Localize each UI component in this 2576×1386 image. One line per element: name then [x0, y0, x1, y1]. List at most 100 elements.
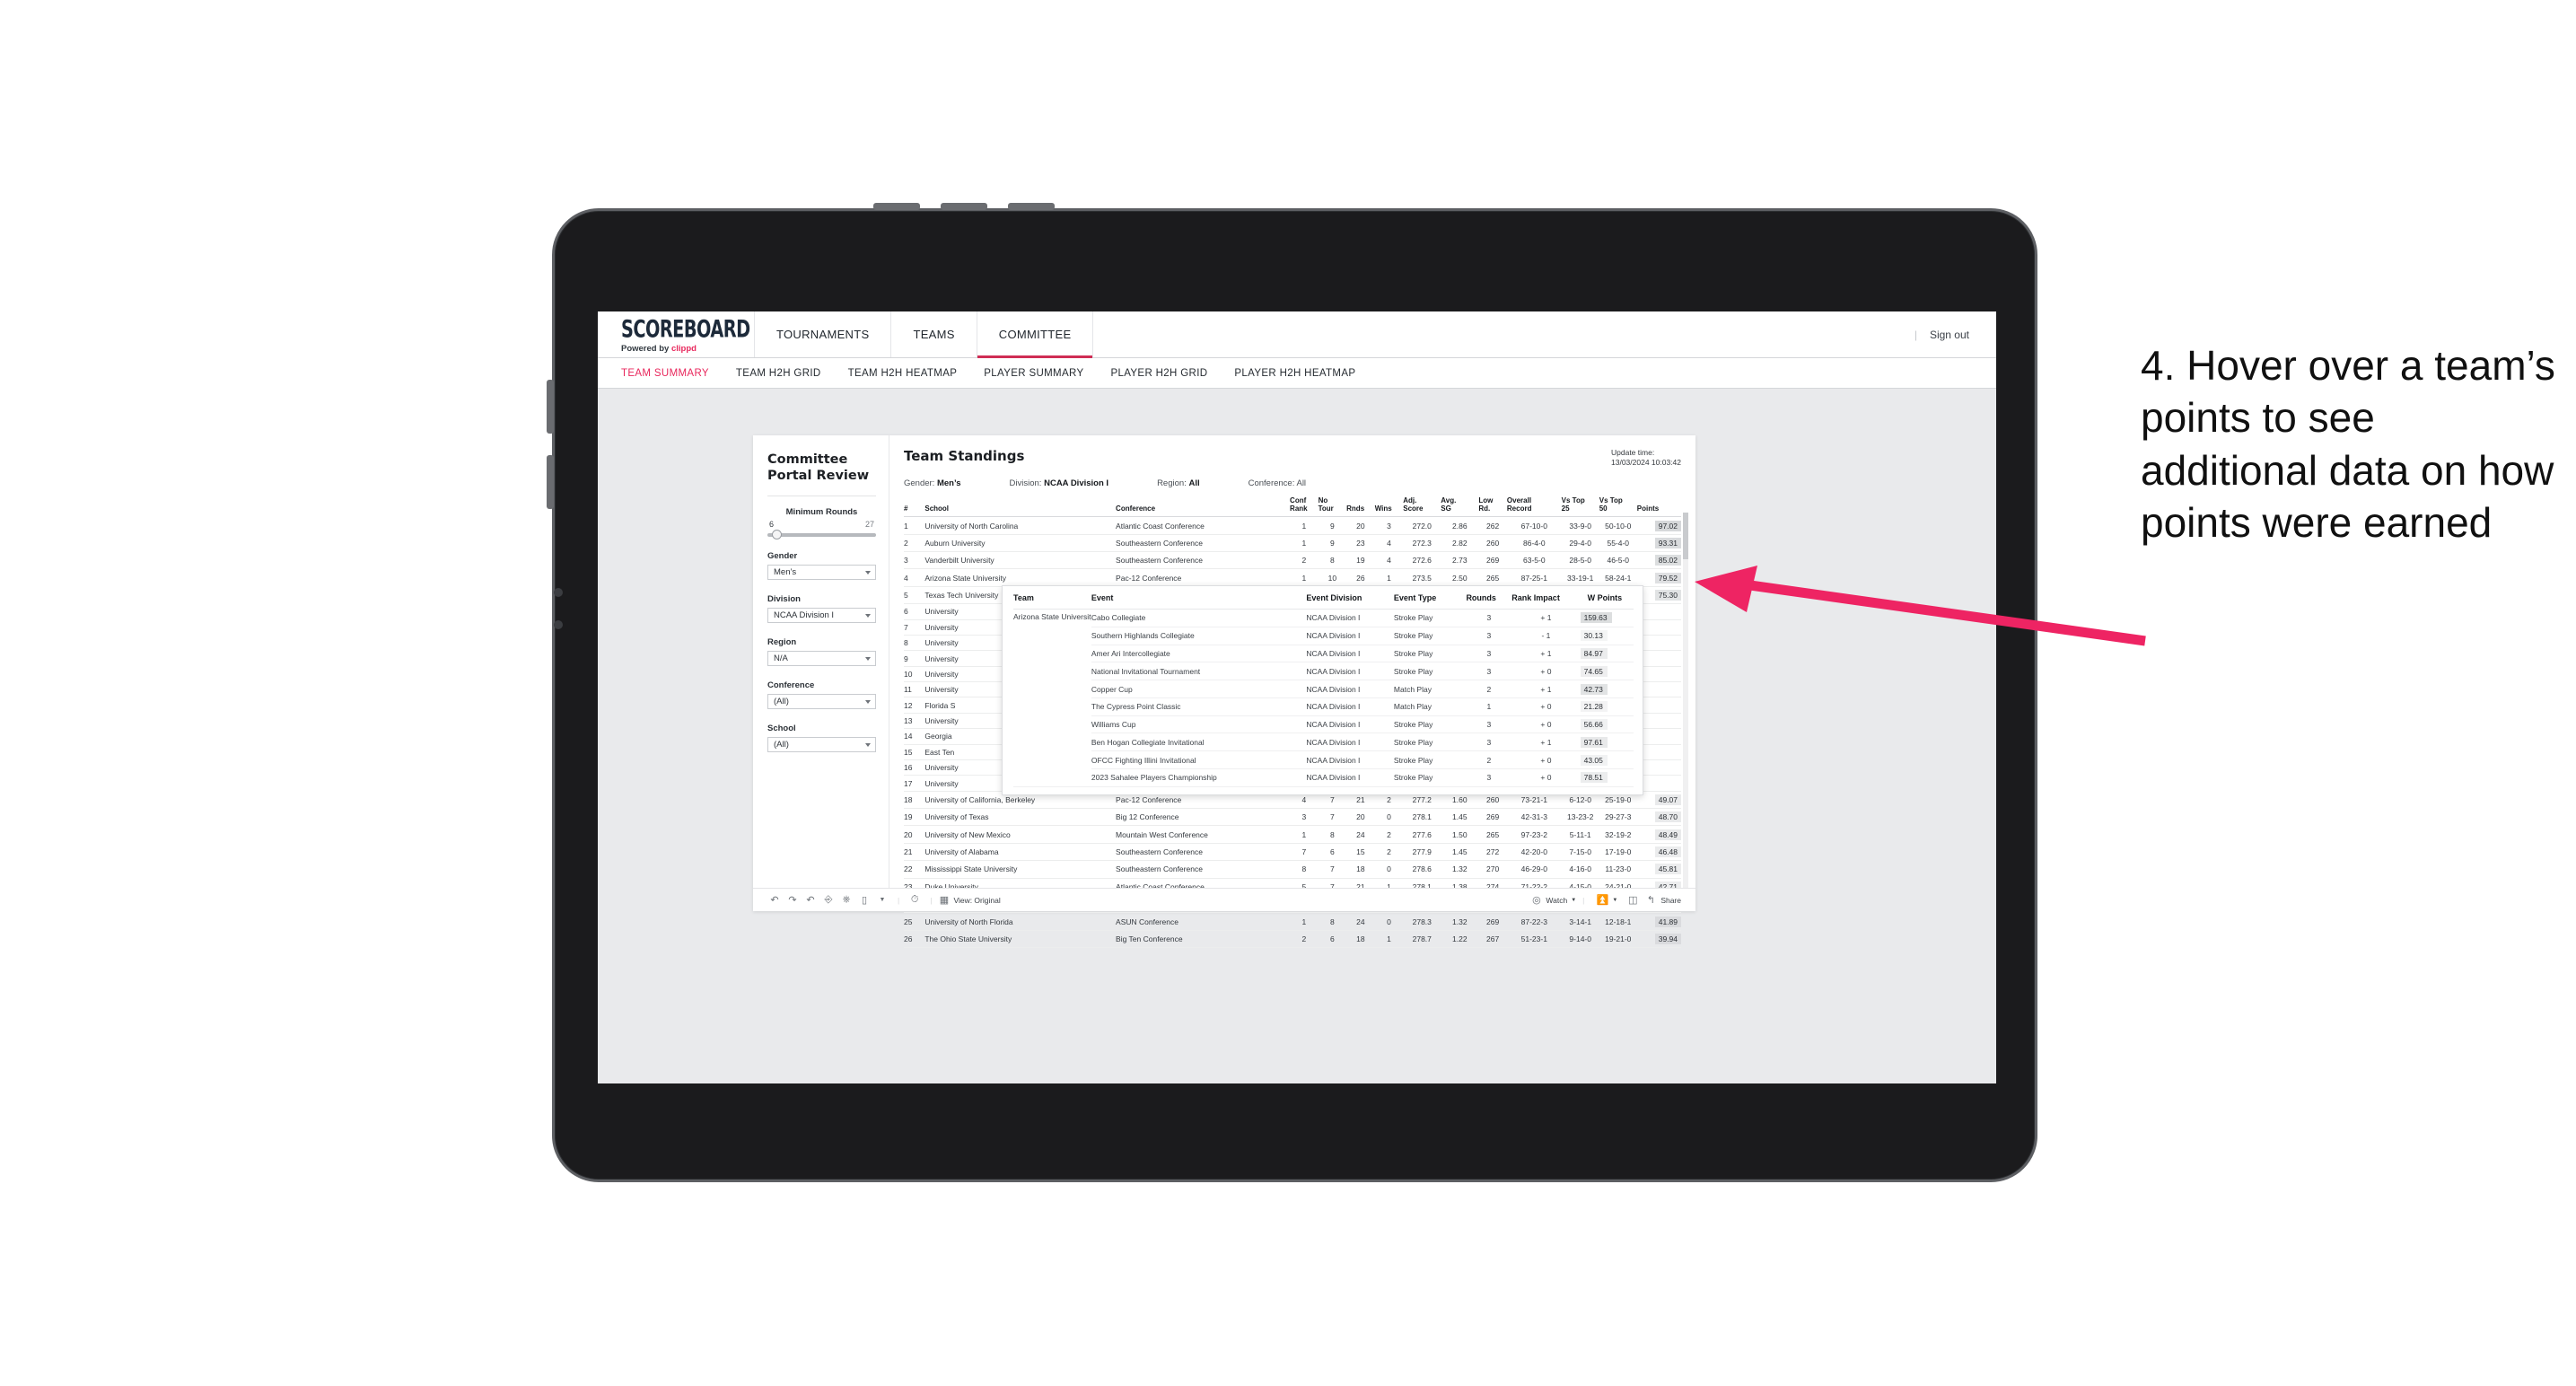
share-button[interactable]: ↰ Share — [1644, 894, 1681, 906]
row-points[interactable] — [1636, 666, 1681, 683]
table-row[interactable]: 1 University of North Carolina Atlantic Co… — [904, 516, 1681, 535]
tab-team-h2h-grid[interactable]: TEAM H2H GRID — [736, 368, 821, 379]
row-adj-score: 273.5 — [1403, 568, 1441, 587]
row-points[interactable] — [1636, 603, 1681, 620]
points-value[interactable]: 41.89 — [1654, 916, 1681, 927]
history-icon[interactable]: ⏱ — [906, 894, 924, 906]
tab-player-h2h-heatmap[interactable]: PLAYER H2H HEATMAP — [1234, 368, 1355, 379]
sign-out-link[interactable]: Sign out — [1930, 329, 1969, 341]
fullscreen-button[interactable]: ◫ — [1626, 894, 1639, 906]
redo-icon[interactable]: ↷ — [784, 894, 802, 906]
points-value[interactable]: 49.07 — [1654, 794, 1681, 805]
points-value[interactable]: 97.02 — [1654, 520, 1681, 531]
col-header-low-rd[interactable]: Low Rd. — [1478, 496, 1507, 518]
device-layout-icon[interactable]: ▯ — [855, 894, 873, 906]
col-header-wins[interactable]: Wins — [1374, 496, 1404, 518]
region-select[interactable]: N/A — [767, 651, 876, 667]
toolbar-divider-2: | — [930, 895, 933, 905]
points-value[interactable]: 45.81 — [1654, 864, 1681, 875]
col-header-rnds[interactable]: Rnds — [1346, 496, 1375, 518]
row-points[interactable]: 97.02 — [1636, 516, 1681, 535]
row-points[interactable] — [1636, 681, 1681, 698]
table-row[interactable]: 21 University of Alabama Southeastern Conf… — [904, 843, 1681, 862]
col-header-school[interactable]: School — [924, 496, 1117, 518]
row-points[interactable] — [1636, 650, 1681, 667]
nav-item-teams[interactable]: TEAMS — [891, 311, 977, 357]
row-points[interactable] — [1636, 759, 1681, 776]
watch-button[interactable]: ◎ Watch ▼ — [1530, 894, 1576, 906]
row-points[interactable] — [1636, 775, 1681, 792]
table-row[interactable]: 25 University of North Florida ASUN Confer… — [904, 912, 1681, 931]
row-points[interactable]: 85.02 — [1636, 551, 1681, 570]
row-points[interactable] — [1636, 697, 1681, 714]
col-header-vs-top-50[interactable]: Vs Top 50 — [1599, 496, 1637, 518]
table-row[interactable]: 3 Vanderbilt University Southeastern Confe… — [904, 551, 1681, 570]
row-points[interactable]: 49.07 — [1636, 791, 1681, 810]
tab-player-summary[interactable]: PLAYER SUMMARY — [984, 368, 1083, 379]
school-select[interactable]: (All) — [767, 737, 876, 753]
row-points[interactable] — [1636, 728, 1681, 745]
row-points[interactable] — [1636, 619, 1681, 636]
points-value[interactable]: 48.70 — [1654, 811, 1681, 823]
row-points[interactable]: 93.31 — [1636, 534, 1681, 553]
table-scrollbar-thumb[interactable] — [1683, 513, 1688, 559]
table-row[interactable]: 20 University of New Mexico Mountain West … — [904, 825, 1681, 844]
row-points[interactable]: 75.30 — [1636, 586, 1681, 605]
points-value[interactable]: 79.52 — [1654, 572, 1681, 583]
col-header-avg-sg[interactable]: Avg. SG — [1441, 496, 1479, 518]
points-value[interactable]: 46.48 — [1654, 847, 1681, 857]
col-header-no-tour[interactable]: No Tour — [1318, 496, 1347, 518]
pause-updates-icon[interactable]: ⎈ — [837, 894, 855, 906]
col-header-vs-top-25[interactable]: Vs Top 25 — [1561, 496, 1599, 518]
row-points[interactable]: 48.70 — [1636, 808, 1681, 827]
col-header-[interactable]: # — [904, 496, 925, 518]
table-row[interactable]: 4 Arizona State University Pac-12 Conferen… — [904, 568, 1681, 587]
points-value[interactable]: 93.31 — [1654, 537, 1681, 548]
row-points[interactable] — [1636, 744, 1681, 760]
row-rnds: 20 — [1346, 808, 1375, 827]
table-row[interactable]: 2 Auburn University Southeastern Conferenc… — [904, 534, 1681, 553]
points-value[interactable]: 39.94 — [1654, 933, 1681, 944]
row-points[interactable] — [1636, 635, 1681, 652]
row-wins: 0 — [1374, 912, 1404, 931]
row-points[interactable]: 79.52 — [1636, 568, 1681, 587]
row-conference: Southeastern Conference — [1116, 860, 1291, 879]
nav-item-committee[interactable]: COMMITTEE — [977, 311, 1094, 358]
division-select[interactable]: NCAA Division I — [767, 608, 876, 624]
minimum-rounds-slider[interactable] — [767, 530, 876, 540]
col-header-overall-record[interactable]: Overall Record — [1506, 496, 1562, 518]
table-row[interactable]: 26 The Ohio State University Big Ten Confe… — [904, 930, 1681, 949]
col-header-adj-score[interactable]: Adj. Score — [1403, 496, 1441, 518]
table-row[interactable]: 22 Mississippi State University Southeaste… — [904, 860, 1681, 879]
row-points[interactable]: 46.48 — [1636, 843, 1681, 862]
row-points[interactable]: 48.49 — [1636, 825, 1681, 844]
conference-select[interactable]: (All) — [767, 694, 876, 710]
nav-item-tournaments[interactable]: TOURNAMENTS — [755, 311, 892, 357]
w-points-value: 74.65 — [1580, 665, 1608, 677]
row-rank: 3 — [904, 551, 925, 570]
view-original-button[interactable]: ▦ View: Original — [938, 894, 1001, 906]
points-value[interactable]: 85.02 — [1654, 555, 1681, 566]
col-header-conf-rank[interactable]: Conf Rank — [1290, 496, 1319, 518]
row-points[interactable]: 45.81 — [1636, 860, 1681, 879]
download-button[interactable]: ⏫ ▼ — [1596, 894, 1618, 906]
revert-icon[interactable]: ↶ — [802, 894, 819, 906]
row-points[interactable] — [1636, 713, 1681, 730]
slider-handle[interactable] — [771, 530, 782, 540]
brand-logo[interactable]: SCOREBOARD Powered by clippd — [598, 311, 755, 357]
row-points[interactable]: 41.89 — [1636, 912, 1681, 931]
filter-minimum-rounds[interactable]: Minimum Rounds 6 27 — [767, 507, 876, 540]
gender-select[interactable]: Men’s — [767, 565, 876, 581]
col-header-conference[interactable]: Conference — [1116, 496, 1291, 518]
undo-icon[interactable]: ↶ — [766, 894, 784, 906]
tab-team-h2h-heatmap[interactable]: TEAM H2H HEATMAP — [848, 368, 958, 379]
refresh-data-icon[interactable]: ⎆ — [819, 894, 837, 906]
col-header-points[interactable]: Points — [1636, 496, 1681, 518]
tab-team-summary[interactable]: TEAM SUMMARY — [621, 368, 709, 379]
chevron-down-icon[interactable]: ▼ — [873, 897, 891, 903]
points-value[interactable]: 75.30 — [1654, 590, 1681, 601]
points-value[interactable]: 48.49 — [1654, 829, 1681, 840]
tab-player-h2h-grid[interactable]: PLAYER H2H GRID — [1110, 368, 1207, 379]
row-points[interactable]: 39.94 — [1636, 930, 1681, 949]
table-row[interactable]: 19 University of Texas Big 12 Conference 3 7… — [904, 808, 1681, 827]
